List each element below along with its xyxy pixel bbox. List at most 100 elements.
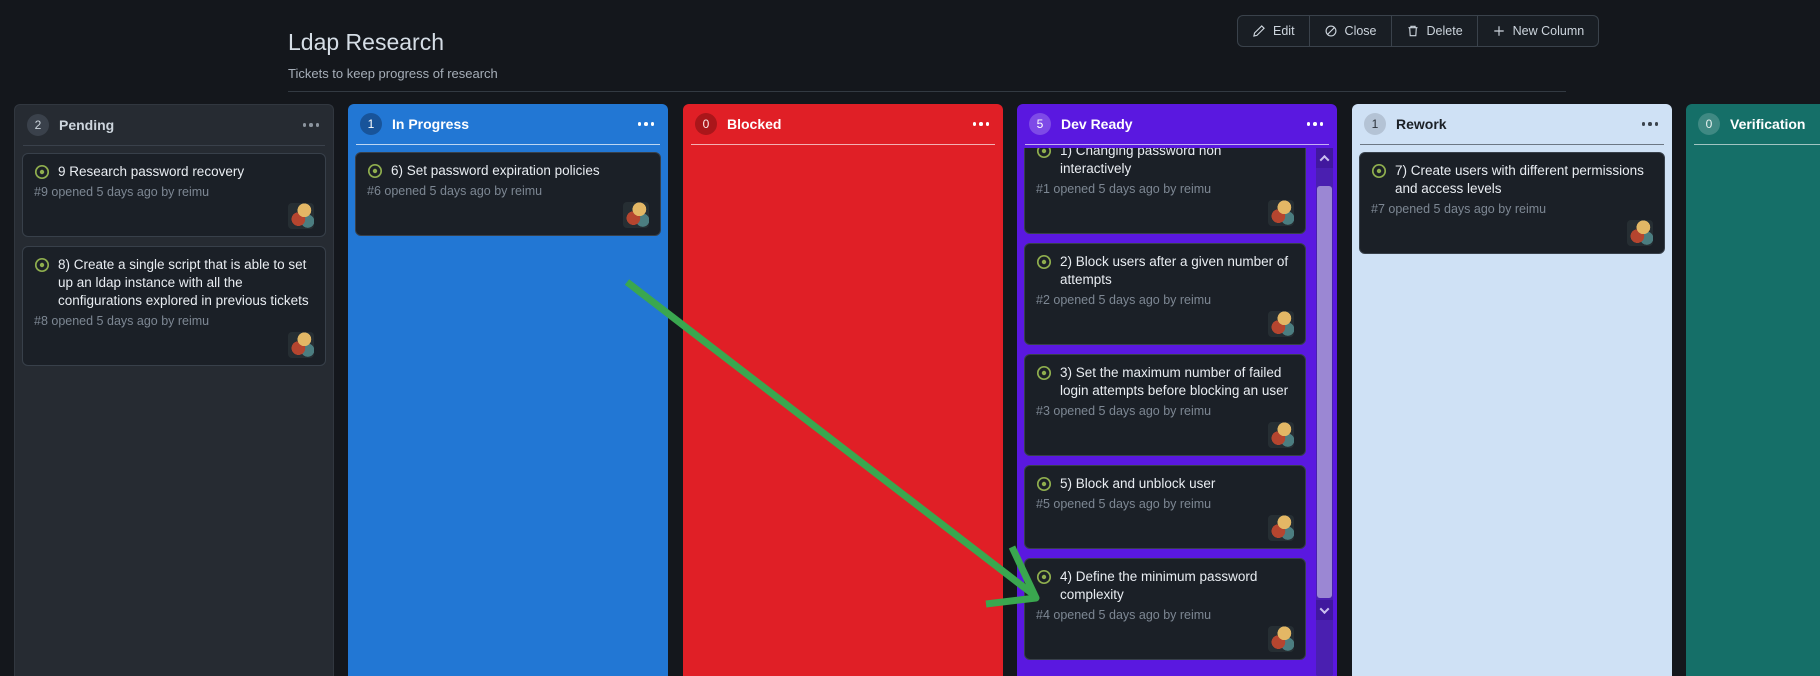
- column-menu-button[interactable]: [301, 118, 322, 132]
- assignee-avatar: [1268, 311, 1294, 337]
- column-rework: 1 Rework 7) Create users with different pe…: [1352, 104, 1672, 676]
- issue-card[interactable]: 2) Block users after a given number of a…: [1024, 243, 1306, 345]
- column-title: In Progress: [392, 116, 470, 132]
- column-dev-ready: 5 Dev Ready 1) Changing password non inter…: [1017, 104, 1337, 676]
- column-count-badge: 0: [695, 113, 717, 135]
- project-board: 2 Pending 9 Research password recovery #9 o…: [0, 0, 1820, 676]
- cards-list: [683, 148, 1003, 676]
- column-title: Verification: [1730, 116, 1806, 132]
- card-avatar-row: [34, 203, 314, 229]
- assignee-avatar: [623, 202, 649, 228]
- card-title-row: 6) Set password expiration policies: [367, 162, 649, 180]
- card-avatar-row: [1036, 200, 1294, 226]
- card-title[interactable]: 7) Create users with different permissio…: [1395, 162, 1653, 198]
- column-count-badge: 0: [1698, 113, 1720, 135]
- chevron-down-icon: [1319, 603, 1330, 614]
- card-title[interactable]: 1) Changing password non interactively: [1060, 148, 1290, 178]
- card-meta: #9 opened 5 days ago by reimu: [34, 185, 210, 199]
- scrollbar-thumb[interactable]: [1317, 186, 1332, 598]
- issue-card[interactable]: 9 Research password recovery #9 opened 5 …: [22, 153, 326, 237]
- card-meta: #7 opened 5 days ago by reimu: [1371, 202, 1547, 216]
- column-separator: [23, 145, 325, 146]
- assignee-avatar: [1627, 220, 1653, 246]
- card-title[interactable]: 5) Block and unblock user: [1060, 475, 1215, 493]
- issue-card[interactable]: 8) Create a single script that is able t…: [22, 246, 326, 366]
- column-header: 5 Dev Ready: [1017, 104, 1337, 144]
- open-issue-icon: [1036, 254, 1052, 270]
- card-title[interactable]: 8) Create a single script that is able t…: [58, 256, 314, 310]
- card-title[interactable]: 4) Define the minimum password complexit…: [1060, 568, 1290, 604]
- column-title: Pending: [59, 117, 115, 133]
- column-blocked: 0 Blocked: [683, 104, 1003, 676]
- column-separator: [356, 144, 660, 145]
- column-menu-button[interactable]: [636, 117, 657, 131]
- issue-card[interactable]: 6) Set password expiration policies #6 op…: [355, 152, 661, 236]
- open-issue-icon: [1036, 476, 1052, 492]
- cards-list: 7) Create users with different permissio…: [1352, 148, 1672, 676]
- column-header: 0 Blocked: [683, 104, 1003, 144]
- column-separator: [691, 144, 995, 145]
- card-meta: #8 opened 5 days ago by reimu: [34, 314, 210, 328]
- card-title-row: 3) Set the maximum number of failed logi…: [1036, 364, 1294, 400]
- assignee-avatar: [1268, 422, 1294, 448]
- cards-list: 9 Research password recovery #9 opened 5 …: [15, 149, 333, 676]
- column-scrollbar[interactable]: [1316, 148, 1333, 676]
- cards-list: 6) Set password expiration policies #6 op…: [348, 148, 668, 676]
- column-pending: 2 Pending 9 Research password recovery #9 o…: [14, 104, 334, 676]
- card-title[interactable]: 2) Block users after a given number of a…: [1060, 253, 1290, 289]
- card-meta: #5 opened 5 days ago by reimu: [1036, 497, 1212, 511]
- column-header: 2 Pending: [15, 105, 333, 145]
- column-menu-button[interactable]: [971, 117, 992, 131]
- column-count-badge: 1: [360, 113, 382, 135]
- card-meta: #4 opened 5 days ago by reimu: [1036, 608, 1212, 622]
- issue-card[interactable]: 5) Block and unblock user #5 opened 5 day…: [1024, 465, 1306, 549]
- open-issue-icon: [1371, 163, 1387, 179]
- assignee-avatar: [1268, 515, 1294, 541]
- issue-card[interactable]: 1) Changing password non interactively #1…: [1024, 148, 1306, 234]
- card-avatar-row: [367, 202, 649, 228]
- column-count-badge: 1: [1364, 113, 1386, 135]
- cards-list: [1686, 148, 1820, 676]
- column-title: Rework: [1396, 116, 1447, 132]
- card-avatar-row: [1036, 626, 1294, 652]
- scroll-up-button[interactable]: [1316, 148, 1333, 168]
- open-issue-icon: [1036, 148, 1052, 159]
- issue-card[interactable]: 7) Create users with different permissio…: [1359, 152, 1665, 254]
- cards-list: 1) Changing password non interactively #1…: [1017, 148, 1313, 676]
- kebab-menu-icon: [1306, 122, 1323, 126]
- column-separator: [1025, 144, 1329, 145]
- scroll-down-button[interactable]: [1316, 600, 1333, 620]
- card-title-row: 9 Research password recovery: [34, 163, 314, 181]
- card-title-row: 8) Create a single script that is able t…: [34, 256, 314, 310]
- card-title-row: 2) Block users after a given number of a…: [1036, 253, 1294, 289]
- card-avatar-row: [34, 332, 314, 358]
- column-title: Blocked: [727, 116, 782, 132]
- column-separator: [1694, 144, 1820, 145]
- card-title[interactable]: 9 Research password recovery: [58, 163, 244, 181]
- issue-card[interactable]: 4) Define the minimum password complexit…: [1024, 558, 1306, 660]
- assignee-avatar: [288, 332, 314, 358]
- card-title-row: 5) Block and unblock user: [1036, 475, 1294, 493]
- open-issue-icon: [34, 164, 50, 180]
- column-count-badge: 2: [27, 114, 49, 136]
- card-avatar-row: [1036, 422, 1294, 448]
- column-menu-button[interactable]: [1305, 117, 1326, 131]
- open-issue-icon: [1036, 569, 1052, 585]
- assignee-avatar: [288, 203, 314, 229]
- card-avatar-row: [1036, 515, 1294, 541]
- assignee-avatar: [1268, 626, 1294, 652]
- card-avatar-row: [1371, 220, 1653, 246]
- kebab-menu-icon: [972, 122, 989, 126]
- column-header: 1 Rework: [1352, 104, 1672, 144]
- card-avatar-row: [1036, 311, 1294, 337]
- card-meta: #3 opened 5 days ago by reimu: [1036, 404, 1212, 418]
- column-header: 1 In Progress: [348, 104, 668, 144]
- issue-card[interactable]: 3) Set the maximum number of failed logi…: [1024, 354, 1306, 456]
- column-menu-button[interactable]: [1640, 117, 1661, 131]
- card-title[interactable]: 6) Set password expiration policies: [391, 162, 600, 180]
- card-meta: #2 opened 5 days ago by reimu: [1036, 293, 1212, 307]
- card-title[interactable]: 3) Set the maximum number of failed logi…: [1060, 364, 1290, 400]
- card-title-row: 1) Changing password non interactively: [1036, 148, 1294, 178]
- card-title-row: 7) Create users with different permissio…: [1371, 162, 1653, 198]
- column-verification: 0 Verification: [1686, 104, 1820, 676]
